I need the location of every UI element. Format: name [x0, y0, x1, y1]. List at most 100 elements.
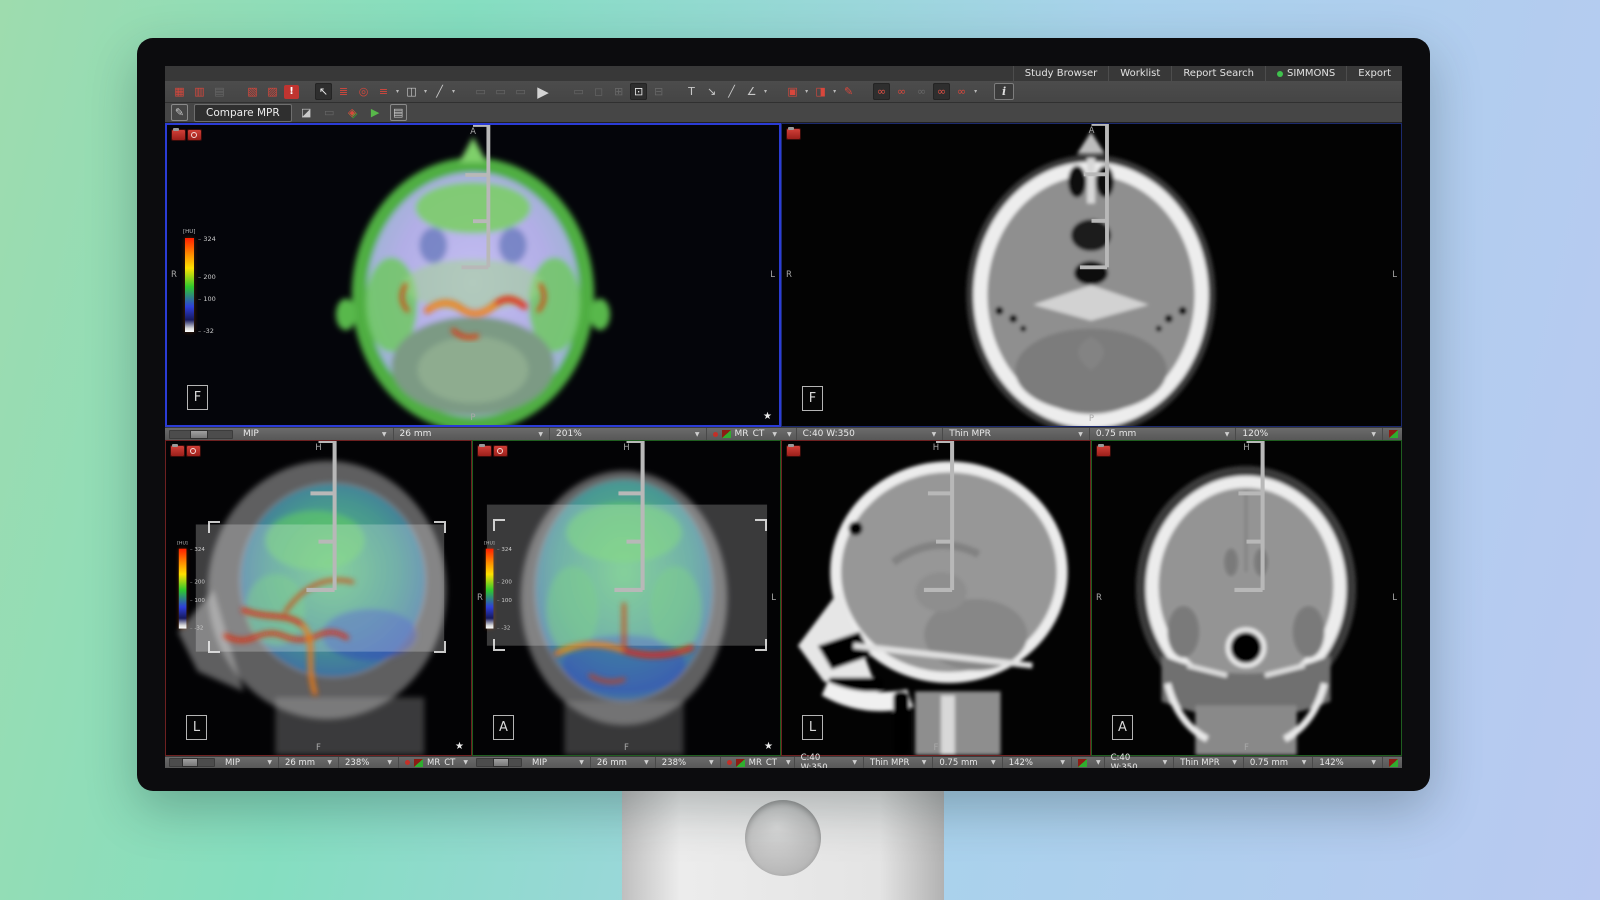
info-icon[interactable]: i	[994, 83, 1014, 100]
window-select[interactable]: C:40 W:350▼	[796, 428, 943, 440]
menu-export-label: Export	[1358, 68, 1391, 79]
windowing-icon[interactable]: ◎	[355, 83, 372, 100]
reconstruction-select[interactable]: Thin MPR▼	[1173, 757, 1243, 768]
thickness-value: 26 mm	[400, 429, 432, 439]
slider-thumb[interactable]	[493, 758, 509, 767]
mpr-tool-icon[interactable]: ╱	[431, 83, 448, 100]
reconstruction-select[interactable]: Thin MPR▼	[863, 757, 932, 768]
blend-swatch-icon[interactable]	[414, 759, 423, 767]
window-select[interactable]: C:40 W:350▼	[794, 757, 863, 768]
compare-mpr-button[interactable]: Compare MPR	[194, 104, 292, 122]
edit-annotation-icon[interactable]: ✎	[171, 104, 188, 121]
thickness-select[interactable]: 0.75 mm▼	[1089, 428, 1236, 440]
modality-mr-toggle[interactable]: MR	[735, 429, 749, 439]
film-export-icon-dropdown[interactable]: ▾	[833, 88, 836, 95]
viewport-axial-fused[interactable]: A P R L [HU] 324 200 100 -32 F ★	[165, 123, 781, 427]
link-all-icon[interactable]: ∞	[933, 83, 950, 100]
projection-select[interactable]: MIP▼	[237, 428, 393, 440]
save-edit-icon[interactable]: ◪	[298, 104, 315, 121]
slider-thumb[interactable]	[182, 758, 198, 767]
snapshot-icon[interactable]: ▣	[784, 83, 801, 100]
slider-thumb[interactable]	[190, 430, 208, 439]
reconstruction-select[interactable]: Thin MPR▼	[942, 428, 1089, 440]
viewport-sagittal-ct[interactable]: H F L	[781, 440, 1091, 756]
report-preview-icon[interactable]: ▤	[390, 104, 407, 121]
blend-swatch-icon[interactable]	[1078, 759, 1087, 767]
projection-select[interactable]: MIP▼	[526, 757, 590, 768]
modality-mr-toggle[interactable]: MR	[749, 758, 762, 768]
slice-slider[interactable]	[169, 758, 215, 767]
favorite-star-icon[interactable]: ★	[455, 742, 464, 752]
arrow-annotation-icon[interactable]: ↘	[703, 83, 720, 100]
menu-study-browser[interactable]: Study Browser	[1013, 66, 1109, 81]
zoom-select[interactable]: 120%▼	[1235, 428, 1382, 440]
zoom-select[interactable]: 142%▼	[1312, 757, 1382, 768]
text-annotation-icon[interactable]: T	[683, 83, 700, 100]
link-series-icon[interactable]: ∞	[873, 83, 890, 100]
patient-data-icon[interactable]: ▧	[244, 83, 261, 100]
thickness-select[interactable]: 26 mm▼	[393, 428, 550, 440]
favorite-star-icon[interactable]: ★	[764, 742, 773, 752]
favorite-star-icon[interactable]: ★	[763, 412, 772, 422]
viewport-coronal-fused[interactable]: H F R L [HU] 324 200 100 -32 A ★	[472, 440, 781, 756]
modality-ct-toggle[interactable]: CT	[766, 758, 777, 768]
menu-user-simmons[interactable]: SIMMONS	[1265, 66, 1346, 81]
play-icon[interactable]: ▶	[532, 83, 554, 100]
snapshot-icon-dropdown[interactable]: ▾	[805, 88, 808, 95]
zoom-select[interactable]: 238%▼	[655, 757, 720, 768]
angle-measure-icon-dropdown[interactable]: ▾	[764, 88, 767, 95]
sync-scroll-icon[interactable]: ∞	[893, 83, 910, 100]
mpr-tool-icon-dropdown[interactable]: ▾	[452, 88, 455, 95]
pointer-tool-icon[interactable]: ↖	[315, 83, 332, 100]
series-list-icon-dropdown[interactable]: ▾	[396, 88, 399, 95]
viewport-coronal-ct[interactable]: H F R L A	[1091, 440, 1402, 756]
chevron-down-icon[interactable]: ▼	[787, 431, 792, 438]
layout-select-icon[interactable]: ◫	[403, 83, 420, 100]
layout-grid-icon[interactable]: ▦	[171, 83, 188, 100]
viewport-axial-ct[interactable]: A P R L F	[781, 123, 1402, 427]
zoom-select[interactable]: 238%▼	[338, 757, 398, 768]
viewport-sagittal-fused[interactable]: H F [HU] 324 200 100 -32 L ★	[165, 440, 472, 756]
layout-select-icon-dropdown[interactable]: ▾	[424, 88, 427, 95]
projection-select[interactable]: MIP▼	[219, 757, 278, 768]
slice-slider[interactable]	[169, 430, 233, 439]
link-options-icon[interactable]: ∞	[953, 83, 970, 100]
zoom-select[interactable]: 142%▼	[1002, 757, 1071, 768]
distance-measure-icon[interactable]: ╱	[723, 83, 740, 100]
blend-swatch-icon[interactable]	[1389, 759, 1398, 767]
chevron-down-icon[interactable]: ▼	[1096, 759, 1101, 766]
stack-scroll-icon[interactable]: ≣	[335, 83, 352, 100]
modality-mr-toggle[interactable]: MR	[427, 758, 440, 768]
import-result-icon[interactable]: ◈	[344, 104, 361, 121]
marker-pen-icon[interactable]: ✎	[840, 83, 857, 100]
modality-ct-toggle[interactable]: CT	[753, 429, 765, 439]
correction-tools-icon[interactable]: ▨	[264, 83, 281, 100]
blend-swatch-icon[interactable]	[1389, 430, 1398, 438]
window-select[interactable]: C:40 W:350▼	[1104, 757, 1174, 768]
scale-ruler-icon	[167, 123, 779, 275]
menu-report-search[interactable]: Report Search	[1171, 66, 1265, 81]
link-options-icon-dropdown[interactable]: ▾	[974, 88, 977, 95]
statusbar-axial-fused: MIP▼ 26 mm▼ 201%▼ MR CT ▼	[165, 427, 781, 440]
chevron-down-icon: ▼	[991, 759, 996, 766]
blend-swatch-icon[interactable]	[736, 759, 745, 767]
forward-icon[interactable]: ▶	[367, 104, 384, 121]
menu-export[interactable]: Export	[1346, 66, 1402, 81]
thickness-select[interactable]: 26 mm▼	[590, 757, 655, 768]
thickness-select[interactable]: 26 mm▼	[278, 757, 338, 768]
thickness-select[interactable]: 0.75 mm▼	[1243, 757, 1313, 768]
series-list-icon[interactable]: ≡	[375, 83, 392, 100]
blend-swatch-icon[interactable]	[722, 430, 731, 438]
film-export-icon[interactable]: ◨	[812, 83, 829, 100]
align-views-icon: ⊞	[610, 83, 627, 100]
angle-measure-icon[interactable]: ∠	[743, 83, 760, 100]
zoom-select[interactable]: 201%▼	[549, 428, 706, 440]
stack-number-icon[interactable]: ⊡	[630, 83, 647, 100]
thickness-select[interactable]: 0.75 mm▼	[932, 757, 1001, 768]
menu-worklist[interactable]: Worklist	[1108, 66, 1171, 81]
modality-ct-toggle[interactable]: CT	[444, 758, 455, 768]
alert-icon[interactable]: !	[284, 85, 299, 99]
patient-folder-icon[interactable]: ▥	[191, 83, 208, 100]
chevron-down-icon[interactable]: ▼	[786, 759, 791, 766]
slice-slider[interactable]	[476, 758, 522, 767]
